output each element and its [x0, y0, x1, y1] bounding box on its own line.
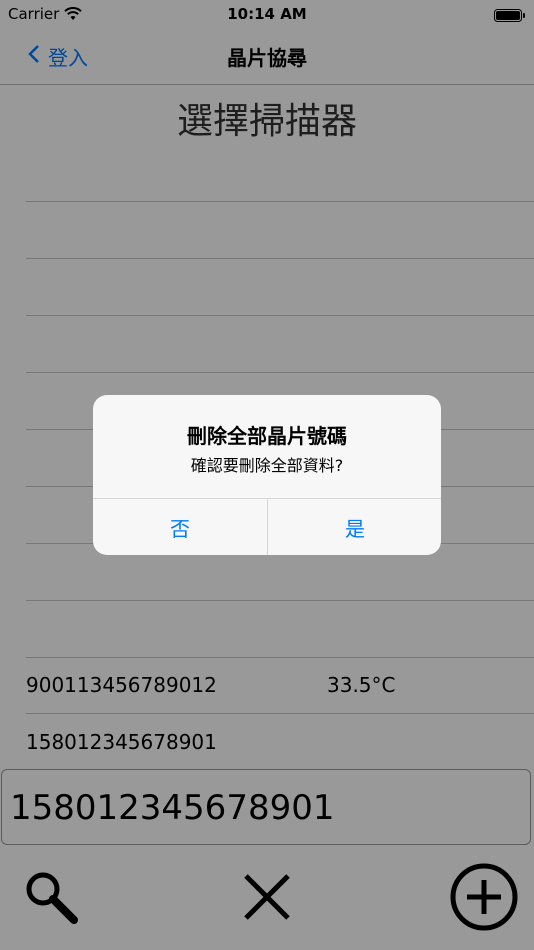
alert-title: 刪除全部晶片號碼: [187, 424, 347, 448]
alert-no-button[interactable]: 否: [93, 499, 267, 555]
delete-all-alert: 刪除全部晶片號碼 確認要刪除全部資料? 否 是: [93, 395, 441, 555]
alert-yes-button[interactable]: 是: [268, 499, 441, 555]
alert-message: 確認要刪除全部資料?: [190, 456, 344, 475]
